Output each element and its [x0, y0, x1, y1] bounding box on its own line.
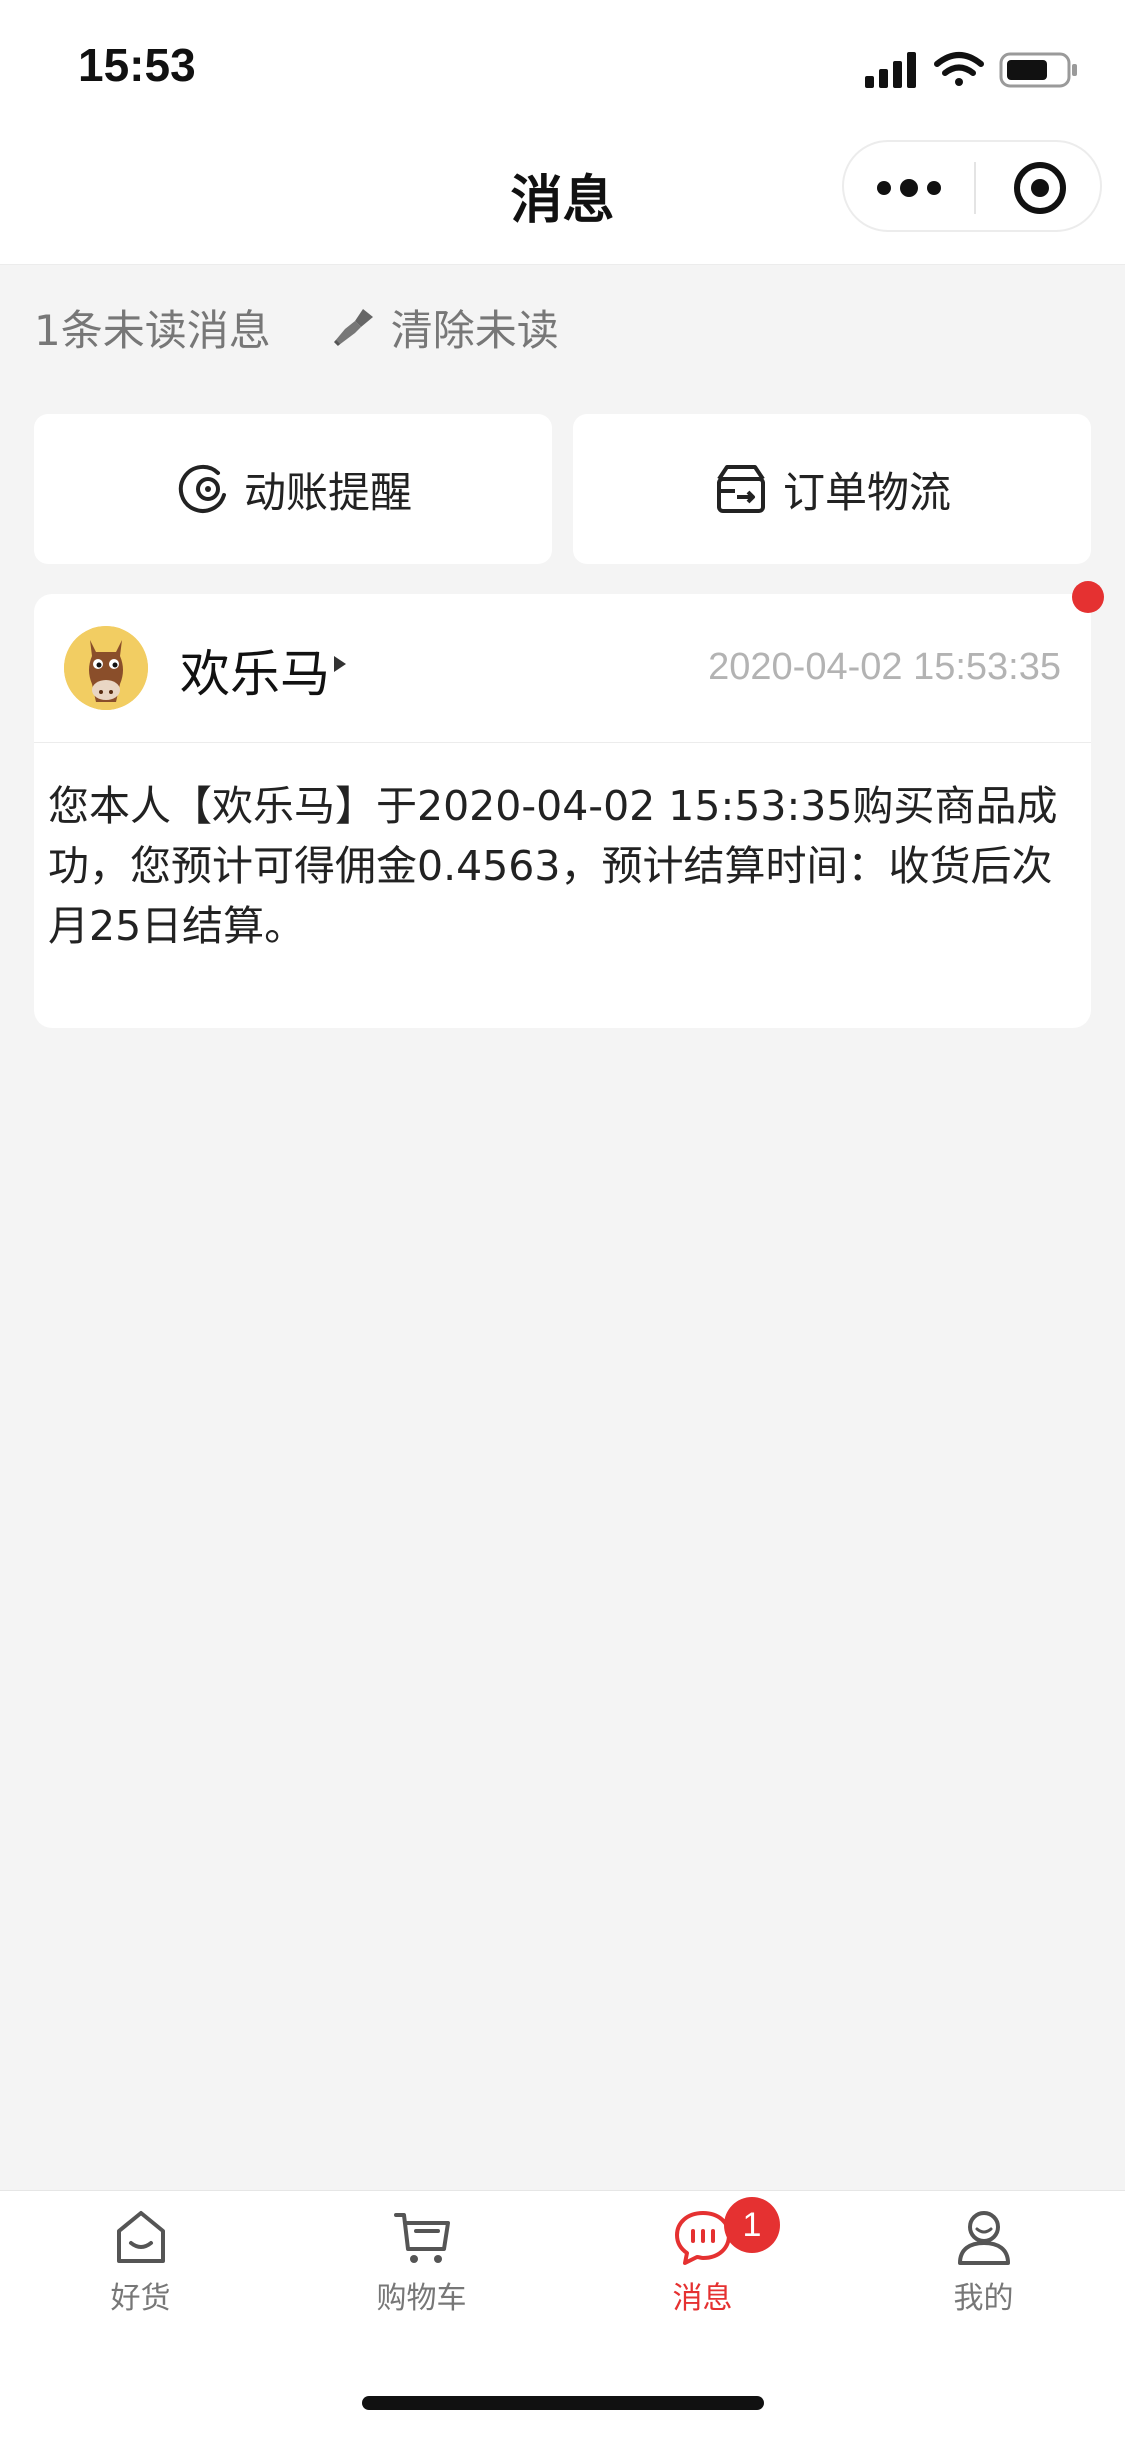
avatar[interactable] — [64, 626, 148, 710]
message-card[interactable]: 欢乐马 2020-04-02 15:53:35 您本人【欢乐马】于2020-04… — [34, 594, 1091, 1028]
battery-icon — [999, 52, 1077, 88]
tab-label: 我的 — [953, 2281, 1014, 2316]
mini-program-capsule — [842, 140, 1102, 232]
message-body: 您本人【欢乐马】于2020-04-02 15:53:35购买商品成功，您预计可得… — [48, 782, 1058, 950]
category-label: 动账提醒 — [243, 467, 412, 517]
caret-right-icon — [334, 656, 346, 672]
message-header: 欢乐马 2020-04-02 15:53:35 — [34, 594, 1091, 743]
tab-goods[interactable]: 好货 — [0, 2207, 281, 2337]
status-time: 15:53 — [78, 39, 196, 91]
more-icon[interactable] — [874, 168, 944, 208]
wifi-icon — [934, 52, 984, 86]
tab-label: 好货 — [110, 2281, 171, 2316]
coin-alert-icon — [178, 465, 226, 513]
unread-count: 1条未读消息 — [34, 305, 271, 355]
status-bar: 15:53 — [0, 0, 1125, 132]
home-indicator[interactable] — [362, 2396, 764, 2410]
badge-count: 1 — [724, 2197, 780, 2253]
delivery-box-icon — [716, 465, 765, 513]
home-icon — [116, 2211, 165, 2263]
category-label: 订单物流 — [782, 467, 951, 517]
tab-profile[interactable]: 我的 — [843, 2207, 1124, 2337]
category-order-logistics[interactable]: 订单物流 — [573, 414, 1091, 564]
clear-unread-label: 清除未读 — [390, 305, 559, 355]
category-account-alert[interactable]: 动账提醒 — [34, 414, 552, 564]
broom-icon — [333, 309, 373, 347]
user-icon — [957, 2211, 1010, 2265]
status-icons — [865, 50, 1085, 90]
signal-icon — [865, 52, 916, 88]
chat-icon — [674, 2211, 731, 2265]
capsule-divider — [974, 162, 976, 214]
tab-cart[interactable]: 购物车 — [281, 2207, 562, 2337]
tab-label: 购物车 — [376, 2281, 467, 2316]
tab-messages[interactable]: 消息 1 — [562, 2197, 843, 2337]
nav-bar: 消息 — [0, 132, 1125, 265]
close-target-icon[interactable] — [1012, 160, 1068, 216]
unread-bar: 1条未读消息 清除未读 — [34, 292, 559, 362]
tab-label: 消息 — [672, 2281, 733, 2316]
clear-unread-button[interactable]: 清除未读 — [333, 297, 559, 358]
message-timestamp: 2020-04-02 15:53:35 — [708, 646, 1061, 688]
unread-dot — [1072, 581, 1104, 613]
sender-name[interactable]: 欢乐马 — [180, 634, 330, 706]
cart-icon — [393, 2213, 450, 2263]
